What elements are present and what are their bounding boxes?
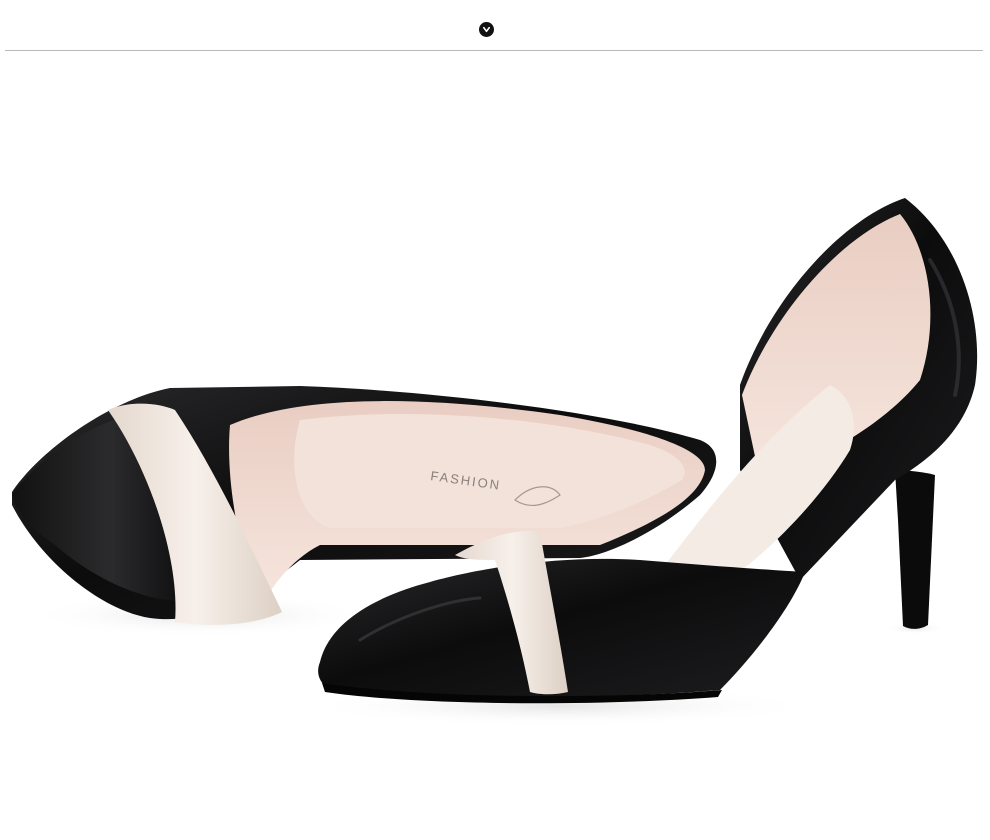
shoe-illustration: FASHION xyxy=(12,198,978,726)
header-divider xyxy=(5,50,983,51)
product-photo: FASHION xyxy=(0,56,990,840)
section-header xyxy=(0,0,990,56)
chevron-down-icon[interactable] xyxy=(479,22,494,37)
chevron-glyph xyxy=(482,26,491,33)
right-shoe-heel xyxy=(895,470,935,629)
